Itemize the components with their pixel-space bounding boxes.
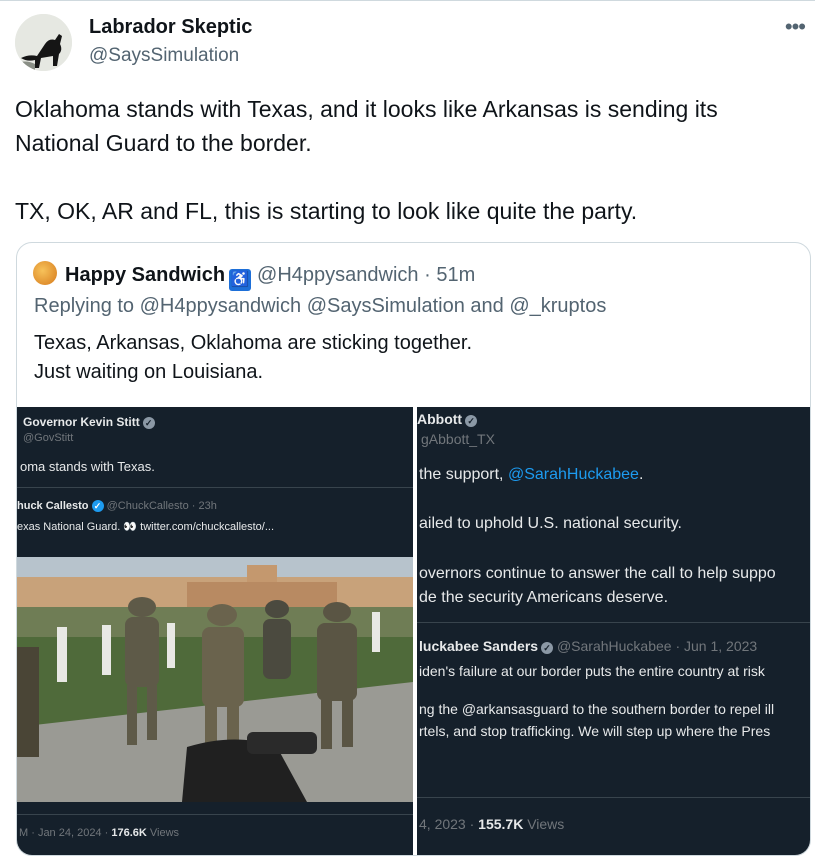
embedded-quoted-text: rtels, and stop trafficking. We will ste… xyxy=(419,723,771,739)
replying-to-label: Replying to xyxy=(34,295,135,317)
quoted-time[interactable]: 51m xyxy=(436,264,475,286)
sandwich-avatar-icon[interactable] xyxy=(33,261,57,285)
embedded-quoted-text: ng the @arkansasguard to the southern bo… xyxy=(419,701,775,717)
quoted-tweet-card[interactable]: Happy Sandwich ♿ @H4ppysandwich · 51m Repl… xyxy=(16,242,811,856)
display-name[interactable]: Labrador Skeptic xyxy=(89,16,252,39)
embedded-divider xyxy=(17,814,413,815)
quoted-text-line: Just waiting on Louisiana. xyxy=(34,361,264,383)
verified-icon: ✓ xyxy=(465,415,478,427)
embedded-quoted-text: exas National Guard. 👀 twitter.com/chuck… xyxy=(17,521,275,533)
embedded-footer: M · Jan 24, 2024 · 176.6K Views xyxy=(19,827,180,839)
top-divider xyxy=(0,0,815,1)
wheelchair-icon: ♿ xyxy=(229,269,252,291)
embedded-author: Governor Kevin Stitt ✓ xyxy=(23,415,155,429)
quoted-display-name[interactable]: Happy Sandwich xyxy=(65,264,225,286)
tweet-text-line: TX, OK, AR and FL, this is starting to l… xyxy=(15,198,638,224)
embedded-text: the support, @SarahHuckabee. xyxy=(419,466,644,483)
tweet-text: Oklahoma stands with Texas, and it looks… xyxy=(15,92,795,228)
tweet-text-line: Oklahoma stands with Texas, and it looks… xyxy=(15,96,718,156)
embedded-divider xyxy=(417,622,810,623)
embedded-divider xyxy=(17,487,413,488)
dot-separator: · xyxy=(424,264,431,286)
embedded-footer: 4, 2023 · 155.7K Views xyxy=(419,816,565,832)
embedded-handle: @GovStitt xyxy=(23,432,74,444)
quoted-handle[interactable]: @H4ppysandwich xyxy=(257,264,419,286)
reply-mention[interactable]: @H4ppysandwich xyxy=(140,295,302,317)
verified-icon: ✓ xyxy=(91,500,104,512)
media-image-left[interactable]: Governor Kevin Stitt ✓ @GovStitt oma stan… xyxy=(17,407,413,855)
verified-icon: ✓ xyxy=(541,642,554,654)
embedded-text: oma stands with Texas. xyxy=(20,459,155,474)
quoted-text-line: Texas, Arkansas, Oklahoma are sticking t… xyxy=(34,332,472,354)
reply-mention[interactable]: @SaysSimulation xyxy=(307,295,465,317)
embedded-text: de the security Americans deserve. xyxy=(419,589,669,606)
reply-and: and xyxy=(470,295,504,317)
embedded-quoted-author: huck Callesto ✓ @ChuckCallesto · 23h xyxy=(17,500,217,512)
embedded-text: ailed to uphold U.S. national security. xyxy=(419,515,682,532)
quoted-tweet-header: Happy Sandwich ♿ @H4ppysandwich · 51m xyxy=(33,261,475,291)
user-handle[interactable]: @SaysSimulation xyxy=(89,45,239,67)
embedded-text: overnors continue to answer the call to … xyxy=(419,565,776,582)
soldiers-photo xyxy=(17,557,413,802)
reply-mention[interactable]: @_kruptos xyxy=(509,295,606,317)
replying-to: Replying to @H4ppysandwich @SaysSimulati… xyxy=(34,295,606,318)
more-options-icon[interactable]: ••• xyxy=(785,14,806,40)
avatar[interactable] xyxy=(15,14,72,71)
embedded-divider xyxy=(417,797,810,798)
media-image-right[interactable]: Abbott ✓ gAbbott_TX the support, @SarahHu… xyxy=(417,407,810,855)
verified-icon: ✓ xyxy=(142,417,155,429)
embedded-quoted-text: iden's failure at our border puts the en… xyxy=(419,663,765,679)
embedded-quoted-author: luckabee Sanders ✓ @SarahHuckabee · Jun 1… xyxy=(419,638,758,654)
embedded-author: Abbott ✓ xyxy=(417,411,478,427)
embedded-handle: gAbbott_TX xyxy=(421,431,495,447)
quoted-tweet-text: Texas, Arkansas, Oklahoma are sticking t… xyxy=(34,329,472,387)
